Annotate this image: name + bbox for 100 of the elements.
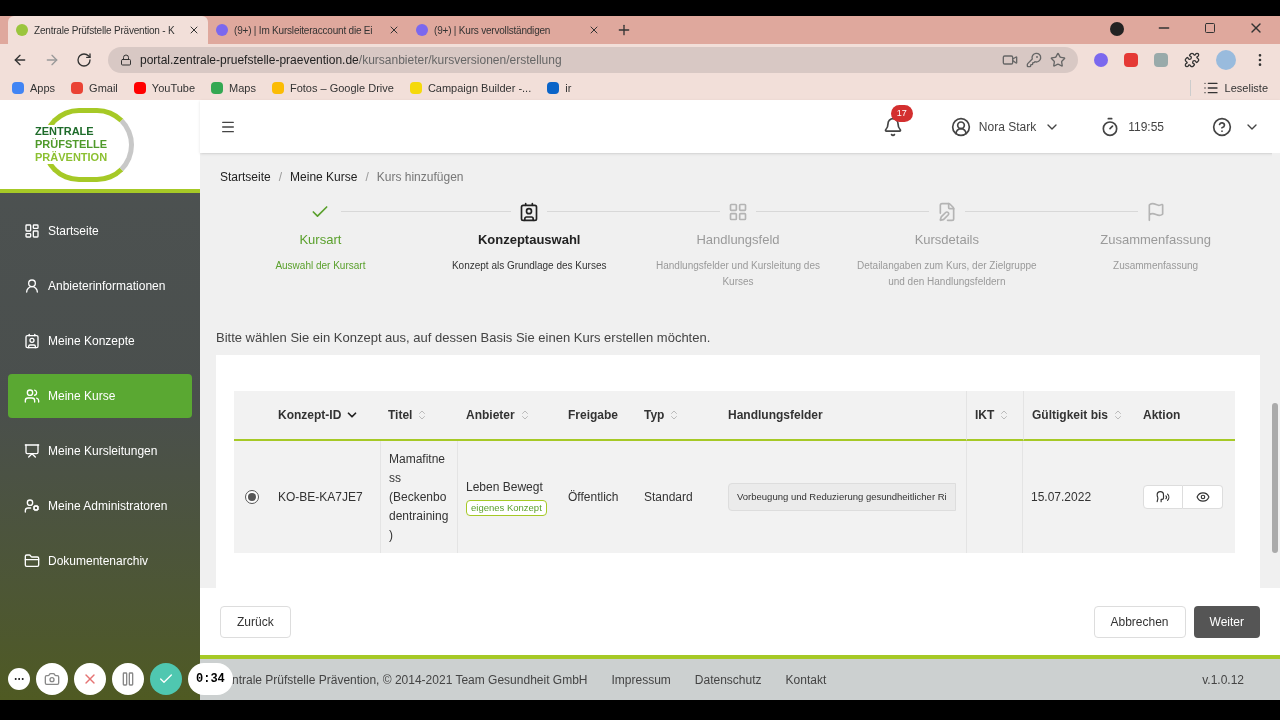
reading-list[interactable]: Leseliste: [1189, 79, 1268, 97]
table-cell-text: KO-BE-KA7JE7: [278, 489, 363, 506]
list-icon: [1202, 80, 1219, 96]
close-icon[interactable]: [188, 24, 200, 36]
notification-bell-icon[interactable]: [882, 116, 903, 137]
step-icon: [519, 202, 540, 222]
column-header[interactable]: Typ: [636, 391, 720, 441]
session-timer: 119:55: [1100, 116, 1164, 137]
close-icon[interactable]: [588, 24, 600, 36]
column-header[interactable]: Anbieter: [458, 391, 560, 441]
breadcrumb-separator: /: [365, 169, 369, 186]
instruction-text: Bitte wählen Sie ein Konzept aus, auf dessen Basis Sie einen Kurs erstellen möchten.: [216, 328, 712, 347]
sidebar-item[interactable]: Dokumentenarchiv: [8, 539, 192, 583]
bookmark[interactable]: Apps: [12, 79, 56, 97]
help-icon[interactable]: [1212, 116, 1232, 137]
table-cell-text: Mamafitness (Beckenbodentraining): [389, 450, 449, 544]
extensions-icon[interactable]: [1184, 52, 1200, 68]
column-header[interactable]: Titel: [380, 391, 458, 441]
extension-icon[interactable]: [1094, 53, 1108, 67]
column-header: Freigabe: [560, 391, 636, 441]
table-cell-text: Öffentlich: [568, 489, 619, 506]
bookmark-star-icon[interactable]: [1050, 52, 1066, 68]
sidebar-item[interactable]: Startseite: [8, 209, 192, 253]
close-icon[interactable]: [388, 24, 400, 36]
bookmark[interactable]: Campaign Builder -...: [409, 79, 532, 97]
browser-tab[interactable]: Zentrale Prüfstelle Prävention - K: [8, 16, 208, 44]
column-header: Aktion: [1135, 391, 1235, 441]
breadcrumb-separator: /: [278, 169, 283, 186]
step-icon: [728, 202, 748, 222]
reload-icon[interactable]: [76, 52, 92, 68]
camera-icon: [44, 671, 60, 687]
browser-tab[interactable]: (9+) | Im Kursleiteraccount die Ei: [208, 16, 408, 44]
new-tab-icon[interactable]: [616, 22, 632, 38]
bookmark[interactable]: YouTube: [133, 79, 196, 97]
bookmark[interactable]: Gmail: [71, 79, 118, 97]
bookmark-icon: [133, 82, 146, 94]
wizard-step: Handlungsfeld Handlungsfelder und Kursleitung des Kurses: [633, 202, 843, 290]
user-icon: [950, 116, 971, 137]
breadcrumb-link[interactable]: Meine Kurse: [290, 168, 358, 186]
camera-icon[interactable]: [1002, 52, 1018, 68]
field-chip: Vorbeugung und Reduzierung gesundheitlicher Ri: [728, 482, 956, 512]
table-cell-text: Standard: [644, 489, 693, 506]
nav-icon: [24, 278, 40, 294]
cancel-button[interactable]: Abbrechen: [1093, 605, 1186, 638]
wizard-step: Kursdetails Detailangaben zum Kurs, der Zielgruppe und den Handlungsfeldern: [842, 202, 1052, 290]
sidebar-item[interactable]: Meine Kursleitungen: [8, 429, 192, 473]
wizard-step: Kursart Auswahl der Kursart: [216, 202, 425, 290]
pause-icon: [120, 671, 136, 687]
column-header[interactable]: Konzept-ID: [270, 391, 380, 441]
bookmark[interactable]: ir: [547, 79, 572, 97]
breadcrumb-current: Kurs hinzufügen: [376, 169, 464, 186]
column-header[interactable]: Gültigkeit bis: [1023, 391, 1135, 441]
back-button[interactable]: Zurück: [220, 605, 291, 638]
user-menu[interactable]: Nora Stark: [950, 116, 1061, 137]
nav-icon: [24, 333, 40, 349]
address-bar[interactable]: portal.zentrale-pruefstelle-praevention.de/kursanbieter/kursversionen/erstellung: [108, 47, 1078, 73]
column-header: Handlungsfelder: [720, 391, 966, 441]
browser-tab[interactable]: (9+) | Kurs vervollständigen: [408, 16, 608, 44]
key-icon[interactable]: [1026, 52, 1042, 68]
version-text: v.1.0.12: [1202, 671, 1244, 689]
nav-icon: [24, 223, 40, 239]
favicon-icon: [416, 24, 428, 36]
logo[interactable]: ZENTRALE PRÜFSTELLE PRÄVENTION: [0, 100, 200, 193]
notification-badge: 17: [890, 104, 913, 122]
person-speaking-icon: [1156, 490, 1170, 504]
copyright-text: ntrale Prüfstelle Prävention, © 2014-2021 Team Gesundheit GmbH: [232, 671, 588, 689]
bookmark-icon: [71, 82, 84, 94]
bookmark[interactable]: Maps: [211, 79, 256, 97]
profile-dropdown-icon[interactable]: [1110, 22, 1124, 36]
footer-link[interactable]: Impressum: [611, 670, 671, 689]
bookmark[interactable]: Fotos – Google Drive: [271, 79, 394, 97]
assign-button[interactable]: [1143, 485, 1183, 509]
table-cell-text: Leben Bewegt: [466, 478, 543, 496]
nav-icon: [24, 443, 40, 459]
maximize-icon[interactable]: [1204, 22, 1216, 34]
sidebar-item[interactable]: Meine Konzepte: [8, 319, 192, 363]
view-button[interactable]: [1183, 485, 1223, 509]
bookmark-icon: [409, 82, 422, 94]
eye-icon: [1195, 490, 1210, 504]
breadcrumb-link[interactable]: Startseite: [220, 168, 271, 186]
badge: eigenes Konzept: [466, 499, 547, 517]
bookmark-icon: [211, 82, 224, 94]
table-cell-text: 15.07.2022: [1031, 489, 1092, 506]
favicon-icon: [16, 24, 28, 36]
nav-icon: [24, 498, 40, 514]
nav-icon: [24, 388, 40, 404]
sidebar-item[interactable]: Anbieterinformationen: [8, 264, 192, 308]
nav-icon: [24, 553, 40, 569]
radio-button[interactable]: [245, 490, 259, 504]
next-button[interactable]: Weiter: [1193, 605, 1260, 638]
favicon-icon: [216, 24, 228, 36]
column-header[interactable]: IKT: [966, 391, 1023, 441]
footer-link[interactable]: Datenschutz: [694, 670, 762, 689]
bookmark-icon: [271, 82, 284, 94]
wizard-step: Zusammenfassung Zusammenfassung: [1051, 202, 1260, 290]
footer-link[interactable]: Kontakt: [785, 670, 827, 689]
sidebar-item[interactable]: Meine Administratoren: [8, 484, 192, 528]
bookmark-icon: [547, 82, 560, 94]
wizard-step: Konzeptauswahl Konzept als Grundlage des Kurses: [424, 202, 634, 290]
back-icon[interactable]: [12, 52, 28, 68]
